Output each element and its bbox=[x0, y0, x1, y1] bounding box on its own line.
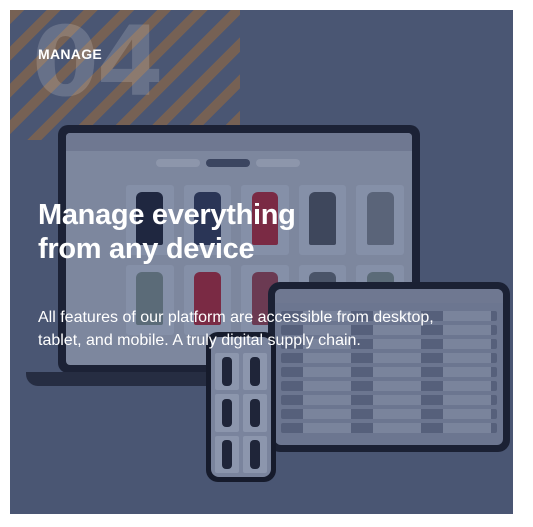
phone-mockup bbox=[206, 332, 276, 482]
feature-card: 04 MANAGE Manage everything from any dev… bbox=[10, 10, 513, 514]
tablet-topbar bbox=[275, 289, 503, 303]
phone-screen bbox=[211, 337, 271, 477]
body-text: All features of our platform are accessi… bbox=[38, 309, 434, 349]
eyebrow-label: MANAGE bbox=[38, 46, 103, 62]
app-topbar bbox=[66, 133, 412, 151]
app-nav bbox=[156, 159, 300, 167]
headline: Manage everything from any device bbox=[38, 199, 296, 265]
step-number: 04 bbox=[32, 10, 164, 118]
